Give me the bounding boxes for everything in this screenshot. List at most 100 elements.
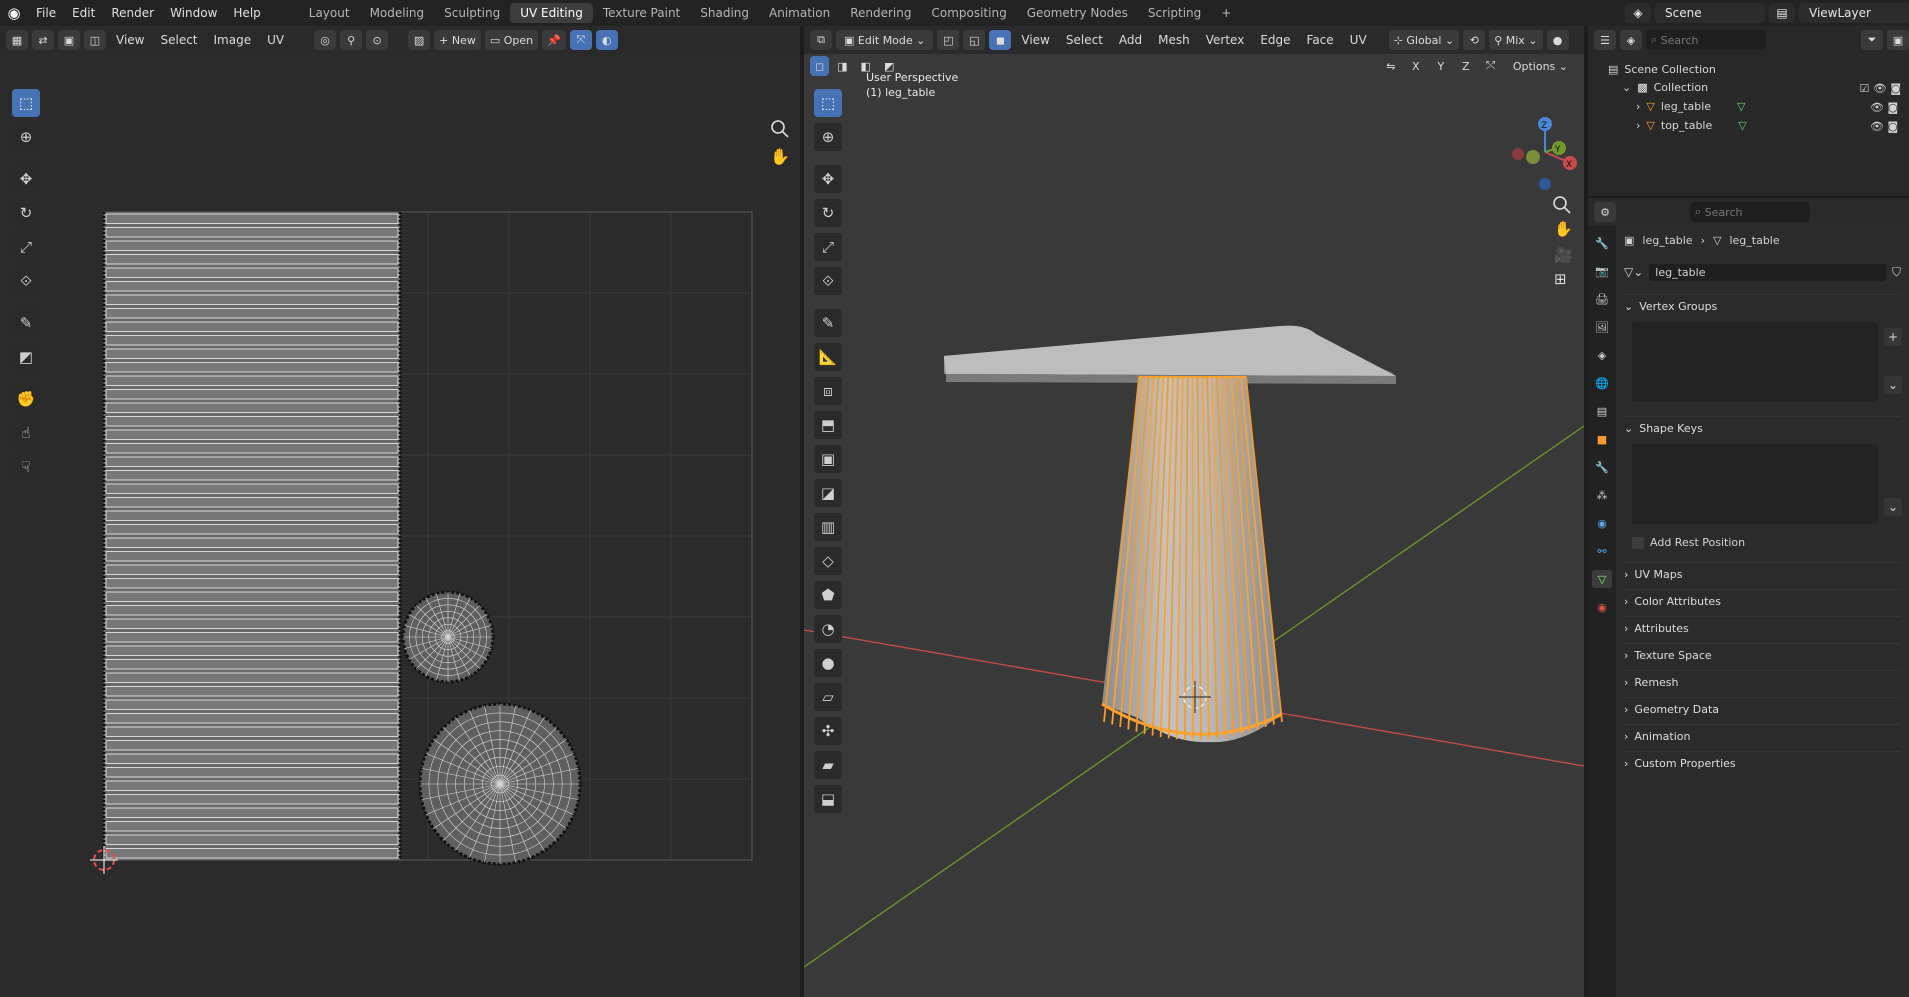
tab-uv-editing[interactable]: UV Editing <box>510 3 593 23</box>
vp-menu-vertex[interactable]: Vertex <box>1200 33 1251 47</box>
shape-keys-list[interactable] <box>1632 444 1878 524</box>
pivot-icon[interactable]: ◎ <box>314 30 337 50</box>
open-image-button[interactable]: ▭ Open <box>484 30 539 50</box>
vertex-group-menu-icon[interactable]: ⌄ <box>1884 376 1902 394</box>
mesh-data-tab-icon[interactable]: ▽ <box>1592 570 1612 588</box>
face-select-icon[interactable]: ◼ <box>989 30 1012 50</box>
add-rest-position-checkbox[interactable] <box>1632 536 1644 549</box>
world-tab-icon[interactable]: 🌐 <box>1592 374 1612 392</box>
proportional-icon[interactable]: ⊙ <box>366 30 389 50</box>
output-tab-icon[interactable]: 🖨 <box>1592 290 1612 308</box>
vertex-groups-list[interactable] <box>1632 322 1878 402</box>
constraints-tab-icon[interactable]: ⚯ <box>1592 542 1612 560</box>
particles-tab-icon[interactable]: ⁂ <box>1592 486 1612 504</box>
uv-large-cap-island[interactable] <box>418 702 582 866</box>
shrink-fatten-icon[interactable]: ✣ <box>814 717 842 745</box>
fake-user-shield-icon[interactable]: ⛉ <box>1892 265 1901 280</box>
rip-region-icon[interactable]: ⬓ <box>814 785 842 813</box>
zoom-icon[interactable] <box>771 120 789 138</box>
tab-shading[interactable]: Shading <box>690 3 759 23</box>
color-attributes-panel-header[interactable]: › Color Attributes <box>1624 589 1901 613</box>
view-layer-tab-icon[interactable]: 🖼 <box>1592 318 1612 336</box>
object-tab-icon[interactable]: ■ <box>1592 430 1612 448</box>
spin-icon[interactable]: ◔ <box>814 615 842 643</box>
breadcrumb-mesh[interactable]: leg_table <box>1729 234 1779 247</box>
snap-mix-dropdown[interactable]: ⚲ Mix ⌄ <box>1489 30 1543 50</box>
editor-type-icon[interactable]: ▦ <box>6 30 28 50</box>
sticky-select-icon[interactable]: ◫ <box>84 30 106 50</box>
camera-view-icon[interactable]: 🎥 <box>1554 246 1573 264</box>
collection-row[interactable]: ⌄ ▩ Collection <box>1622 78 1708 96</box>
move-icon[interactable]: ✥ <box>12 165 40 193</box>
select-mode-icon[interactable]: ▣ <box>58 30 80 50</box>
uv-maps-panel-header[interactable]: › UV Maps <box>1624 562 1901 586</box>
menu-window[interactable]: Window <box>162 0 225 26</box>
scale-icon[interactable]: ⤢ <box>814 233 842 261</box>
cursor-icon[interactable]: ⊕ <box>814 123 842 151</box>
smooth-icon[interactable]: ● <box>814 649 842 677</box>
new-image-button[interactable]: + New <box>434 30 481 50</box>
vp-menu-edge[interactable]: Edge <box>1254 33 1296 47</box>
rotate-icon[interactable]: ↻ <box>814 199 842 227</box>
render-tab-icon[interactable]: 📷 <box>1592 262 1612 280</box>
animation-panel-header[interactable]: › Animation <box>1624 724 1901 748</box>
grab-icon[interactable]: ✊ <box>12 385 40 413</box>
leg-table-mesh[interactable] <box>1101 376 1283 743</box>
loop-cut-icon[interactable]: ▥ <box>814 513 842 541</box>
collection-tab-icon[interactable]: ▤ <box>1592 402 1612 420</box>
uv-menu-select[interactable]: Select <box>154 33 203 47</box>
scene-icon[interactable]: ◈ <box>1625 3 1651 23</box>
cursor-icon[interactable]: ⊕ <box>12 123 40 151</box>
vp-menu-view[interactable]: View <box>1015 33 1055 47</box>
menu-help[interactable]: Help <box>225 0 268 26</box>
vertex-select-icon[interactable]: ◰ <box>937 30 960 50</box>
remesh-panel-header[interactable]: › Remesh <box>1624 670 1901 694</box>
tab-modeling[interactable]: Modeling <box>360 3 435 23</box>
inset-faces-icon[interactable]: ▣ <box>814 445 842 473</box>
material-tab-icon[interactable]: ◉ <box>1592 598 1612 616</box>
ortho-grid-icon[interactable]: ⊞ <box>1554 270 1567 288</box>
proportional-edit-icon[interactable]: ● <box>1546 30 1569 50</box>
relax-icon[interactable]: ☝ <box>12 419 40 447</box>
shear-icon[interactable]: ▰ <box>814 751 842 779</box>
overlay-toggle-icon[interactable]: ◐ <box>595 30 618 50</box>
pivot-point-icon[interactable]: ⟲ <box>1463 30 1486 50</box>
tab-layout[interactable]: Layout <box>299 3 360 23</box>
uv-menu-uv[interactable]: UV <box>261 33 290 47</box>
tab-geometry-nodes[interactable]: Geometry Nodes <box>1017 3 1138 23</box>
tab-scripting[interactable]: Scripting <box>1138 3 1211 23</box>
vertex-groups-panel-header[interactable]: ⌄ Vertex Groups <box>1624 294 1901 318</box>
pan-hand-icon[interactable]: ✋ <box>770 147 790 166</box>
vp-menu-face[interactable]: Face <box>1301 33 1340 47</box>
modifier-tab-icon[interactable]: 🔧 <box>1592 458 1612 476</box>
new-collection-icon[interactable]: ▣ <box>1887 30 1909 50</box>
add-cube-icon[interactable]: ⧈ <box>814 377 842 405</box>
measure-icon[interactable]: 📐 <box>814 343 842 371</box>
breadcrumb-object[interactable]: leg_table <box>1642 234 1692 247</box>
uv-canvas[interactable]: ✋ <box>0 54 800 997</box>
orientation-dropdown[interactable]: ⊹ Global ⌄ <box>1388 30 1460 50</box>
scale-icon[interactable]: ⤢ <box>12 233 40 261</box>
annotate-icon[interactable]: ✎ <box>12 309 40 337</box>
add-vertex-group-icon[interactable]: + <box>1884 328 1902 346</box>
snap-icon[interactable]: ⚲ <box>340 30 363 50</box>
shape-key-menu-icon[interactable]: ⌄ <box>1884 498 1902 516</box>
shape-keys-panel-header[interactable]: ⌄ Shape Keys <box>1624 416 1901 440</box>
transform-icon[interactable]: ⟐ <box>12 267 40 295</box>
blender-logo-icon[interactable]: ◉ <box>0 0 28 26</box>
pan-hand-icon[interactable]: ✋ <box>1554 220 1573 238</box>
physics-tab-icon[interactable]: ◉ <box>1592 514 1612 532</box>
edge-select-icon[interactable]: ◱ <box>963 30 986 50</box>
texture-space-panel-header[interactable]: › Texture Space <box>1624 643 1901 667</box>
mesh-name-field[interactable]: leg_table <box>1649 263 1886 281</box>
outliner-item-leg-table[interactable]: › ▽ leg_table ▽ <box>1636 97 1876 115</box>
menu-file[interactable]: File <box>28 0 64 26</box>
properties-search-field[interactable]: ⌕ Search <box>1690 202 1810 222</box>
exclude-checkbox[interactable]: ☑ 👁 ◙ <box>1860 82 1902 95</box>
mesh-datablock-icon[interactable]: ▽⌄ <box>1624 265 1643 279</box>
knife-icon[interactable]: ◇ <box>814 547 842 575</box>
image-browse-icon[interactable]: ▨ <box>408 30 431 50</box>
navigation-gizmo[interactable]: Z X Y <box>1512 117 1577 190</box>
annotate-icon[interactable]: ✎ <box>814 309 842 337</box>
view-layer-field[interactable]: ViewLayer <box>1799 3 1909 23</box>
